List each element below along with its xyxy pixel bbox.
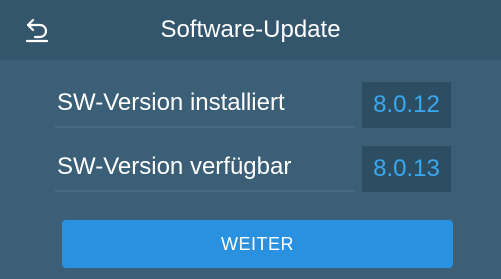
available-version-value: 8.0.13 — [362, 146, 451, 192]
next-button[interactable]: WEITER — [62, 220, 453, 268]
back-arrow-icon — [25, 18, 49, 43]
page-title: Software-Update — [160, 16, 341, 43]
back-button[interactable] — [18, 10, 58, 50]
available-version-label: SW-Version verfügbar — [55, 144, 355, 192]
header-bar: Software-Update — [0, 0, 501, 60]
available-version-row: SW-Version verfügbar 8.0.13 — [55, 144, 455, 194]
installed-version-label: SW-Version installiert — [55, 80, 355, 128]
software-update-screen: Software-Update SW-Version installiert 8… — [0, 0, 501, 279]
installed-version-row: SW-Version installiert 8.0.12 — [55, 80, 455, 130]
installed-version-value: 8.0.12 — [362, 82, 451, 128]
